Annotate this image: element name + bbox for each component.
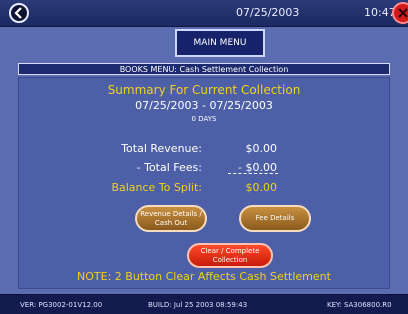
header-time: 10:47 — [364, 6, 396, 19]
top-bar: 07/25/2003 10:47 — [0, 0, 408, 27]
footer-build: BUILD: Jul 25 2003 08:59:43 — [148, 301, 248, 309]
summary-date-range: 07/25/2003 - 07/25/2003 — [135, 99, 273, 112]
revenue-details-label-line1: Revenue Details / — [140, 209, 202, 218]
section-title-bar: BOOKS MENU: Cash Settlement Collection — [18, 63, 390, 75]
summary-days: 0 DAYS — [191, 115, 217, 123]
total-fees-label: - Total Fees: — [136, 161, 202, 174]
fee-details-label: Fee Details — [255, 214, 295, 222]
clear-complete-label: Clear / Complete Collection — [200, 246, 260, 264]
status-footer: VER: PG3002-01V12.00 BUILD: Jul 25 2003 … — [0, 294, 408, 314]
footer-key: KEY: SA306800.R0 — [327, 301, 392, 309]
footer-version: VER: PG3002-01V12.00 — [20, 301, 103, 309]
balance-value: $0.00 — [245, 181, 278, 194]
balance-label: Balance To Split: — [111, 181, 202, 194]
totals-divider — [228, 173, 278, 174]
fee-details-button[interactable]: Fee Details — [239, 205, 311, 232]
section-title: BOOKS MENU: Cash Settlement Collection — [119, 64, 289, 74]
chevron-left-icon — [14, 7, 22, 19]
header-date: 07/25/2003 — [236, 6, 300, 19]
clear-complete-collection-button[interactable]: Clear / Complete Collection — [187, 243, 273, 268]
close-button[interactable] — [392, 2, 408, 24]
settlement-note: NOTE: 2 Button Clear Affects Cash Settle… — [77, 270, 331, 283]
close-icon — [398, 8, 408, 18]
summary-title: Summary For Current Collection — [107, 83, 301, 97]
revenue-details-button[interactable]: Revenue Details / Cash Out — [135, 205, 207, 232]
total-revenue-label: Total Revenue: — [121, 142, 202, 155]
total-revenue-value: $0.00 — [245, 142, 278, 155]
back-button[interactable] — [9, 3, 29, 23]
main-menu-button[interactable]: MAIN MENU — [175, 29, 265, 57]
revenue-details-label-line2: Cash Out — [154, 218, 188, 227]
